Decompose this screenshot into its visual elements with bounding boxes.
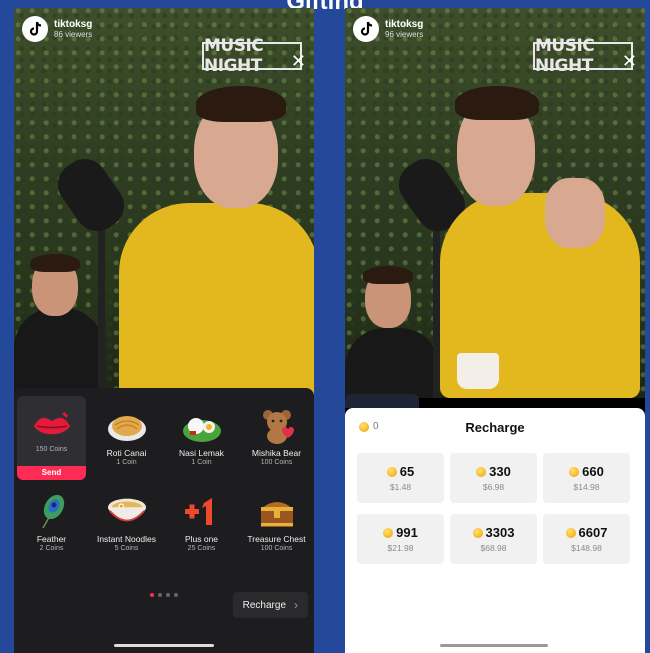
singer-hair xyxy=(455,86,539,120)
guitarist-hair xyxy=(363,266,413,284)
page-dot[interactable] xyxy=(158,593,162,597)
close-icon[interactable]: ✕ xyxy=(291,52,306,70)
gift-panel: 150 Coins Send Roti Canai 1 Coin Nasi Le… xyxy=(14,388,314,653)
gift-cost: 25 Coins xyxy=(187,545,216,552)
treasure-chest-icon xyxy=(257,494,297,530)
gift-cost: 100 Coins xyxy=(260,459,293,466)
coin-package[interactable]: 991 $21.98 xyxy=(357,514,444,564)
recharge-title: Recharge xyxy=(465,420,525,435)
package-price: $6.98 xyxy=(482,482,505,492)
singer-hand xyxy=(545,178,605,248)
mic-stand xyxy=(98,228,105,398)
chevron-right-icon: › xyxy=(294,598,298,612)
package-price: $148.98 xyxy=(571,543,602,553)
package-price: $1.48 xyxy=(389,482,412,492)
home-indicator[interactable] xyxy=(440,644,548,647)
coin-icon xyxy=(472,527,483,538)
gift-cost: 5 Coins xyxy=(114,545,139,552)
package-coins: 65 xyxy=(399,464,415,479)
gift-name: Treasure Chest xyxy=(247,534,306,544)
noodles-icon xyxy=(107,494,147,530)
gift-item-roti-canai[interactable]: Roti Canai 1 Coin xyxy=(89,394,164,480)
gift-name: Plus one xyxy=(184,534,219,544)
package-coins: 6607 xyxy=(578,525,608,540)
gift-item-plus-one[interactable]: Plus one 25 Coins xyxy=(164,480,239,566)
page-dot[interactable] xyxy=(166,593,170,597)
gift-item-mishika-bear[interactable]: Mishika Bear 100 Coins xyxy=(239,394,314,480)
gift-name: Instant Noodles xyxy=(96,534,157,544)
phone-right: tiktoksg 96 viewers MUSIC NIGHT ✕ 0 Rech… xyxy=(345,8,645,653)
mug xyxy=(457,353,499,389)
gift-cost: 1 Coin xyxy=(191,459,212,466)
coin-package[interactable]: 660 $14.98 xyxy=(543,453,630,503)
package-price: $21.98 xyxy=(387,543,414,553)
music-night-logo: MUSIC NIGHT xyxy=(202,36,302,76)
mic-stand xyxy=(433,226,440,398)
send-button[interactable]: Send xyxy=(17,466,86,480)
viewer-count: 86 viewers xyxy=(54,30,93,39)
package-grid: 65 $1.48 330 $6.98 660 $14.98 991 $21.98… xyxy=(357,453,633,564)
coin-icon xyxy=(383,527,394,538)
gift-cost: 150 Coins xyxy=(35,446,68,453)
recharge-panel: 0 Recharge 65 $1.48 330 $6.98 660 $14.98… xyxy=(345,408,645,653)
home-indicator[interactable] xyxy=(114,644,214,647)
gift-cost: 100 Coins xyxy=(260,545,293,552)
coin-icon xyxy=(386,466,397,477)
package-coins: 3303 xyxy=(485,525,515,540)
plus-one-icon xyxy=(182,494,222,530)
coin-package[interactable]: 65 $1.48 xyxy=(357,453,444,503)
gift-name: Roti Canai xyxy=(106,448,147,458)
coin-package[interactable]: 330 $6.98 xyxy=(450,453,537,503)
music-night-logo: MUSIC NIGHT xyxy=(533,36,633,76)
gift-name: Mishika Bear xyxy=(251,448,302,458)
recharge-label: Recharge xyxy=(242,599,286,611)
guitarist-figure xyxy=(14,308,104,398)
coin-icon xyxy=(565,527,576,538)
singer-shirt xyxy=(119,203,314,398)
roti-canai-icon xyxy=(107,408,147,444)
coin-package[interactable]: 6607 $148.98 xyxy=(543,514,630,564)
guitarist-hair xyxy=(30,254,80,272)
gift-grid: 150 Coins Send Roti Canai 1 Coin Nasi Le… xyxy=(14,394,314,566)
package-price: $14.98 xyxy=(573,482,600,492)
gift-item-instant-noodles[interactable]: Instant Noodles 5 Coins xyxy=(89,480,164,566)
phone-left: tiktoksg 86 viewers MUSIC NIGHT ✕ 150 Co… xyxy=(14,8,314,653)
gift-name: Feather xyxy=(36,534,67,544)
gift-item-nasi-lemak[interactable]: Nasi Lemak 1 Coin xyxy=(164,394,239,480)
page-dot[interactable] xyxy=(174,593,178,597)
viewer-count: 96 viewers xyxy=(385,30,424,39)
gift-panel-tab xyxy=(345,394,419,408)
package-price: $68.98 xyxy=(480,543,507,553)
lips-icon xyxy=(32,408,72,444)
close-icon[interactable]: ✕ xyxy=(622,52,637,70)
feather-icon xyxy=(32,494,72,530)
package-coins: 660 xyxy=(582,464,604,479)
creator-info[interactable]: tiktoksg 96 viewers xyxy=(353,16,423,42)
recharge-button[interactable]: Recharge › xyxy=(232,592,308,618)
package-coins: 330 xyxy=(489,464,511,479)
gift-item-feather[interactable]: Feather 2 Coins xyxy=(14,480,89,566)
creator-name: tiktoksg xyxy=(54,19,93,30)
gift-cost: 1 Coin xyxy=(116,459,137,466)
page-dot[interactable] xyxy=(150,593,154,597)
gift-name: Nasi Lemak xyxy=(179,448,224,458)
tiktok-logo-icon xyxy=(353,16,379,42)
coin-package[interactable]: 3303 $68.98 xyxy=(450,514,537,564)
coin-icon xyxy=(569,466,580,477)
gift-item-treasure-chest[interactable]: Treasure Chest 100 Coins xyxy=(239,480,314,566)
nasi-lemak-icon xyxy=(182,408,222,444)
package-coins: 991 xyxy=(396,525,418,540)
coin-icon xyxy=(476,466,487,477)
singer-hair xyxy=(196,86,286,122)
gift-item-lips[interactable]: 150 Coins Send xyxy=(14,394,89,480)
bear-icon xyxy=(257,408,297,444)
guitarist-figure xyxy=(345,328,440,398)
microphone xyxy=(49,150,133,240)
creator-name: tiktoksg xyxy=(385,19,424,30)
creator-info[interactable]: tiktoksg 86 viewers xyxy=(22,16,92,42)
tiktok-logo-icon xyxy=(22,16,48,42)
gift-cost: 2 Coins xyxy=(39,545,64,552)
